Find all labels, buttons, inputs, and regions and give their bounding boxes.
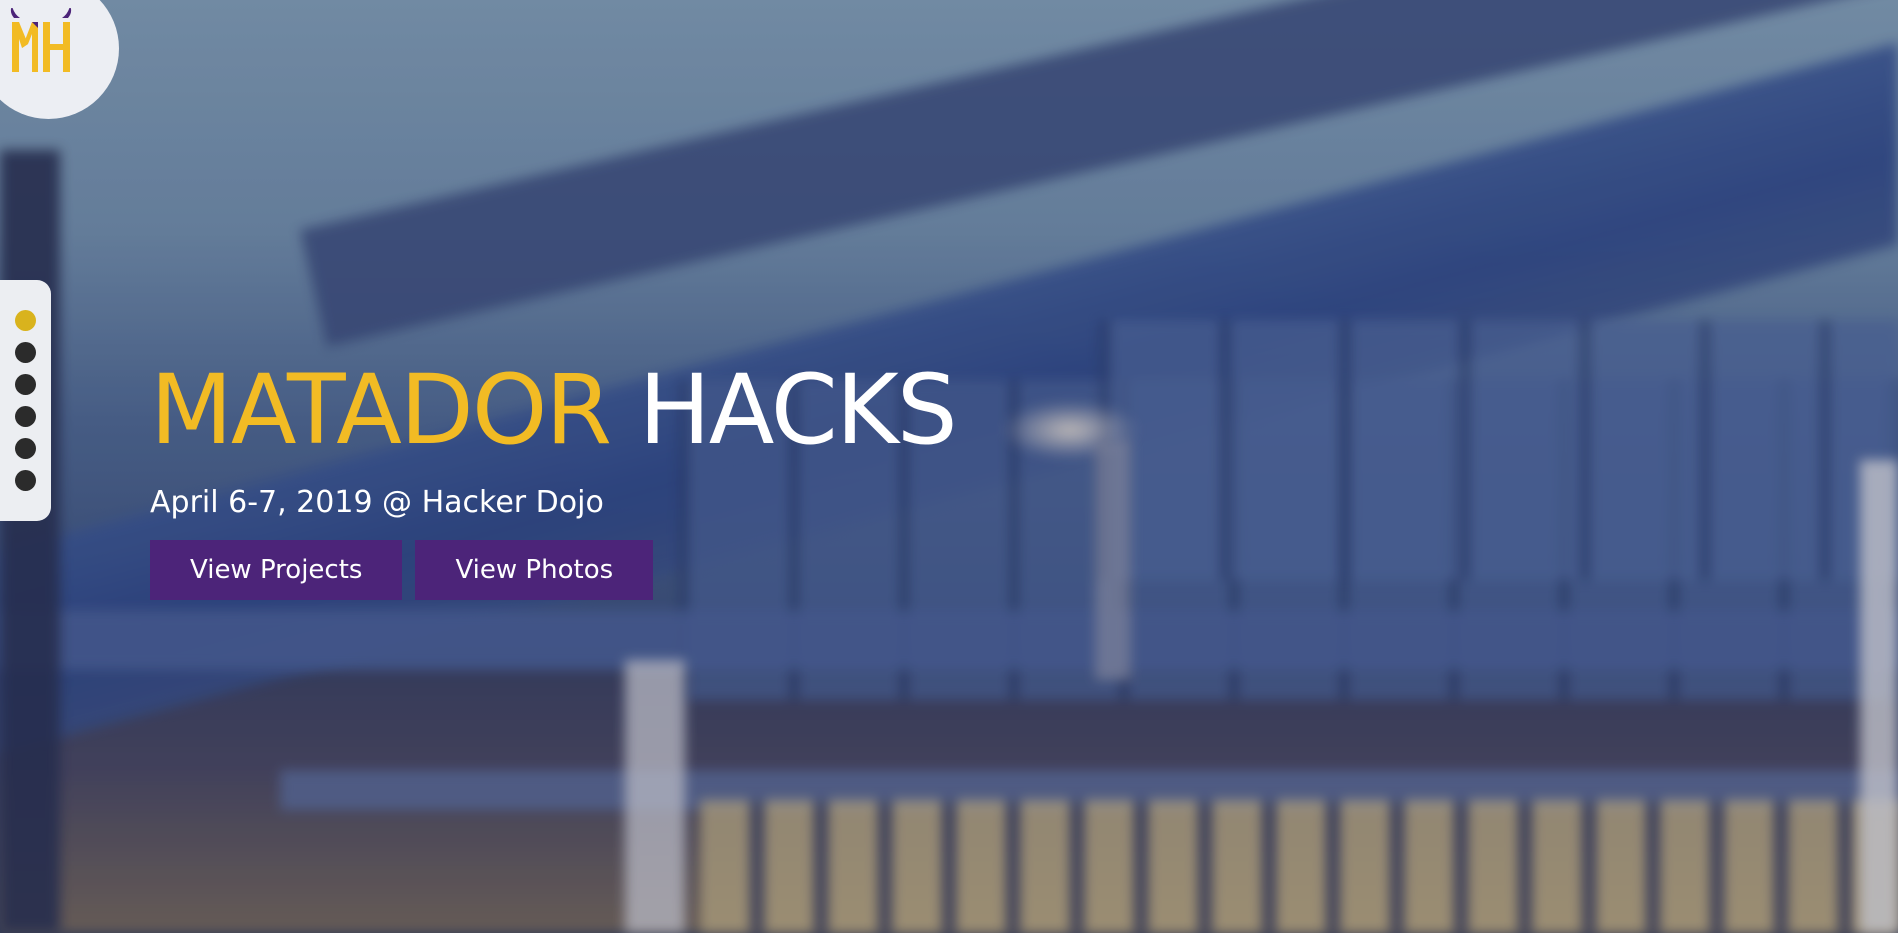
title-hacks: HACKS [638, 354, 958, 466]
title-matador: MATADOR [150, 354, 612, 466]
section-nav [0, 280, 51, 521]
page-title: MATADOR HACKS [150, 354, 958, 466]
mh-logo-icon [10, 8, 72, 72]
section-nav-dot-4[interactable] [15, 406, 36, 427]
section-nav-dot-1[interactable] [15, 310, 36, 331]
hero-section: MATADOR HACKS April 6-7, 2019 @ Hacker D… [0, 0, 1898, 933]
section-nav-dot-3[interactable] [15, 374, 36, 395]
view-photos-button[interactable]: View Photos [415, 540, 654, 600]
section-nav-dot-6[interactable] [15, 470, 36, 491]
section-nav-dot-2[interactable] [15, 342, 36, 363]
event-date-location: April 6-7, 2019 @ Hacker Dojo [150, 485, 604, 520]
view-projects-button[interactable]: View Projects [150, 540, 403, 600]
hero-content: MATADOR HACKS April 6-7, 2019 @ Hacker D… [150, 354, 958, 600]
section-nav-dot-5[interactable] [15, 438, 36, 459]
hero-buttons: View Projects View Photos [150, 540, 956, 600]
